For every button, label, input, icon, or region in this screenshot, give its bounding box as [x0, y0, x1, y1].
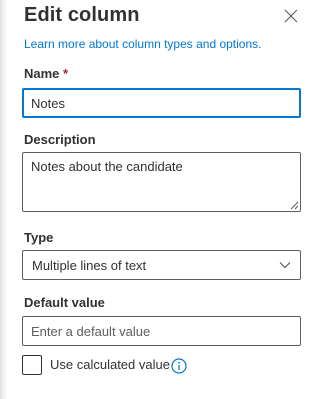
default-value-label: Default value [24, 295, 105, 310]
default-value-input[interactable] [22, 316, 301, 346]
info-icon[interactable] [171, 358, 187, 374]
required-marker: * [63, 66, 69, 81]
edit-column-panel: Edit column Learn more about column type… [8, 0, 301, 399]
learn-more-link[interactable]: Learn more about column types and option… [24, 37, 261, 51]
page-background-edge [0, 0, 8, 399]
description-textarea[interactable]: Notes about the candidate [22, 152, 301, 212]
type-dropdown[interactable]: Multiple lines of text [22, 250, 301, 280]
type-label: Type [24, 230, 54, 245]
close-icon[interactable] [284, 9, 298, 23]
name-label-text: Name [24, 66, 60, 81]
description-label: Description [24, 132, 96, 147]
panel-title: Edit column [24, 4, 140, 26]
type-selected-value: Multiple lines of text [32, 258, 147, 273]
name-input[interactable] [22, 88, 301, 118]
resize-grip-icon[interactable] [290, 201, 299, 210]
use-calculated-value-label: Use calculated value [50, 357, 170, 372]
name-label: Name * [24, 66, 68, 81]
use-calculated-value-checkbox[interactable] [22, 355, 42, 375]
chevron-down-icon [279, 262, 291, 269]
